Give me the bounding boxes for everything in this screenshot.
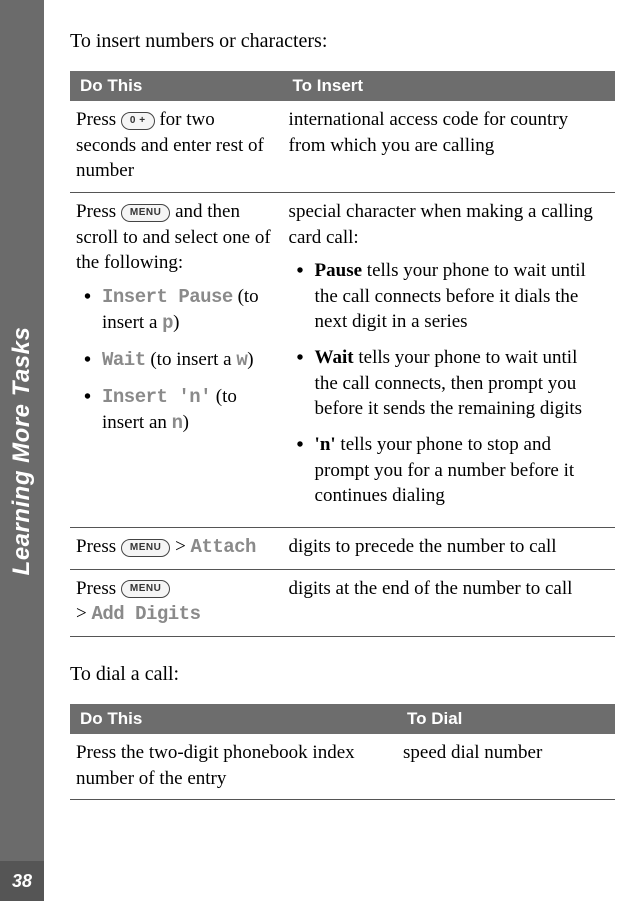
- dial-table: Do This To Dial Press the two-digit phon…: [70, 704, 615, 800]
- sidebar: Learning More Tasks 38: [0, 0, 44, 901]
- term: 'n': [315, 434, 336, 455]
- table-row: Press the two-digit phonebook index numb…: [70, 734, 615, 800]
- menu-option: Add Digits: [91, 603, 200, 625]
- list-item: Insert 'n' (to insert an n): [80, 384, 279, 437]
- col-to-insert: To Insert: [283, 71, 615, 101]
- char-code: n: [172, 412, 183, 434]
- char-code: p: [162, 312, 173, 334]
- menu-option: Attach: [191, 536, 256, 558]
- table-row: Press MENU and then scroll to and select…: [70, 192, 615, 527]
- text: Press: [76, 536, 121, 557]
- cell-right: special character when making a calling …: [283, 192, 615, 527]
- list-item: Wait tells your phone to wait until the …: [293, 345, 605, 422]
- page-number-box: 38: [0, 861, 44, 901]
- breadcrumb-separator: >: [170, 536, 190, 557]
- text: Press: [76, 201, 121, 222]
- menu-option: Wait: [102, 349, 146, 371]
- list-item: 'n' tells your phone to stop and prompt …: [293, 432, 605, 509]
- text: Press: [76, 109, 121, 130]
- cell-left: Press 0 + for two seconds and enter rest…: [70, 101, 283, 192]
- menu-option: Insert 'n': [102, 386, 211, 408]
- col-do-this: Do This: [70, 704, 397, 734]
- cell-left: Press MENU > Attach: [70, 527, 283, 569]
- text: ): [183, 412, 189, 433]
- cell-left: Press the two-digit phonebook index numb…: [70, 734, 397, 800]
- cell-right: speed dial number: [397, 734, 615, 800]
- sidebar-title: Learning More Tasks: [8, 326, 36, 575]
- table-row: Press 0 + for two seconds and enter rest…: [70, 101, 615, 192]
- page: Learning More Tasks 38 To insert numbers…: [0, 0, 638, 901]
- right-option-list: Pause tells your phone to wait until the…: [293, 258, 605, 509]
- col-do-this: Do This: [70, 71, 283, 101]
- menu-key-icon: MENU: [121, 204, 170, 222]
- cell-left: Press MENU > Add Digits: [70, 569, 283, 636]
- table-row: Press MENU > Attach digits to precede th…: [70, 527, 615, 569]
- breadcrumb-separator: >: [76, 603, 91, 624]
- term: Wait: [315, 347, 354, 368]
- cell-right: digits at the end of the number to call: [283, 569, 615, 636]
- text: special character when making a calling …: [289, 201, 593, 248]
- text: ): [247, 349, 253, 370]
- table-header-row: Do This To Insert: [70, 71, 615, 101]
- cell-right: international access code for country fr…: [283, 101, 615, 192]
- menu-option: Insert Pause: [102, 286, 233, 308]
- intro-text-1: To insert numbers or characters:: [70, 30, 615, 53]
- list-item: Insert Pause (to insert a p): [80, 284, 279, 337]
- text: ): [173, 312, 179, 333]
- zero-plus-key-icon: 0 +: [121, 112, 155, 130]
- desc: tells your phone to stop and prompt you …: [315, 434, 575, 506]
- list-item: Pause tells your phone to wait until the…: [293, 258, 605, 335]
- text: (to insert a: [146, 349, 237, 370]
- desc: tells your phone to wait until the call …: [315, 347, 583, 419]
- table-header-row: Do This To Dial: [70, 704, 615, 734]
- cell-right: digits to precede the number to call: [283, 527, 615, 569]
- intro-text-2: To dial a call:: [70, 663, 615, 686]
- table-row: Press MENU > Add Digits digits at the en…: [70, 569, 615, 636]
- menu-key-icon: MENU: [121, 580, 170, 598]
- char-code: w: [236, 349, 247, 371]
- cell-left: Press MENU and then scroll to and select…: [70, 192, 283, 527]
- term: Pause: [315, 260, 363, 281]
- text: Press: [76, 578, 121, 599]
- page-number: 38: [12, 871, 32, 892]
- left-option-list: Insert Pause (to insert a p) Wait (to in…: [80, 284, 279, 437]
- list-item: Wait (to insert a w): [80, 347, 279, 374]
- col-to-dial: To Dial: [397, 704, 615, 734]
- content-area: To insert numbers or characters: Do This…: [70, 30, 615, 800]
- insert-table: Do This To Insert Press 0 + for two seco…: [70, 71, 615, 637]
- menu-key-icon: MENU: [121, 539, 170, 557]
